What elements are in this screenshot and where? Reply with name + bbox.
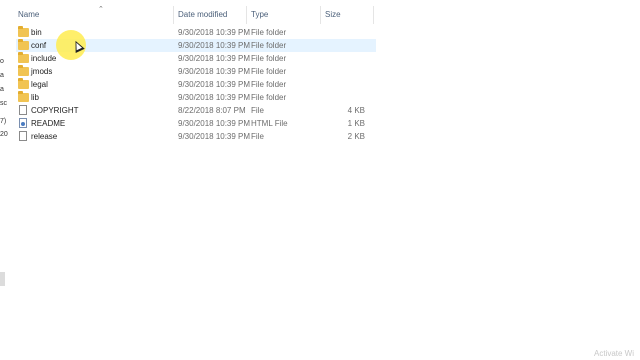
file-name: bin [31, 28, 42, 37]
file-name: lib [31, 93, 40, 102]
file-name: jmods [31, 67, 53, 76]
file-date: 9/30/2018 10:39 PM [178, 28, 251, 37]
folder-icon [18, 65, 29, 76]
file-date: 9/30/2018 10:39 PM [178, 119, 251, 128]
file-row-readme[interactable]: README 9/30/2018 10:39 PM HTML File 1 KB [16, 117, 376, 130]
file-date: 9/30/2018 10:39 PM [178, 80, 251, 89]
file-row-copyright[interactable]: COPYRIGHT 8/22/2018 8:07 PM File 4 KB [16, 104, 376, 117]
file-size [330, 26, 365, 39]
file-size [330, 78, 365, 91]
file-name: release [31, 132, 58, 141]
file-type: File folder [251, 93, 287, 102]
file-name: conf [31, 41, 47, 50]
file-name: README [31, 119, 66, 128]
file-date: 9/30/2018 10:39 PM [178, 41, 251, 50]
file-name: legal [31, 80, 48, 89]
file-date: 8/22/2018 8:07 PM [178, 106, 246, 115]
column-header-type[interactable]: Type [246, 6, 321, 24]
file-type: File [251, 106, 264, 115]
folder-icon [18, 39, 29, 50]
file-type: File folder [251, 41, 287, 50]
file-type: HTML File [251, 119, 288, 128]
file-name: COPYRIGHT [31, 106, 79, 115]
file-date: 9/30/2018 10:39 PM [178, 54, 251, 63]
column-header-label: Size [325, 10, 341, 19]
file-date: 9/30/2018 10:39 PM [178, 132, 251, 141]
folder-icon [18, 78, 29, 89]
file-date: 9/30/2018 10:39 PM [178, 93, 251, 102]
nav-fragment[interactable]: o [0, 58, 4, 65]
nav-fragment[interactable]: 7) [0, 118, 6, 125]
file-type: File folder [251, 67, 287, 76]
file-size [330, 52, 365, 65]
file-type: File folder [251, 28, 287, 37]
navigation-pane-edge[interactable]: o a a sc 7) 20 [0, 0, 8, 360]
file-size [330, 65, 365, 78]
column-header-name[interactable]: Name [18, 6, 173, 24]
column-header-size[interactable]: Size [320, 6, 374, 24]
file-date: 9/30/2018 10:39 PM [178, 67, 251, 76]
folder-icon [18, 91, 29, 102]
file-icon [19, 131, 27, 141]
file-size: 2 KB [347, 132, 365, 141]
file-size [330, 91, 365, 104]
activation-watermark: Activate Wi [593, 349, 634, 358]
file-size: 4 KB [347, 106, 365, 115]
nav-fragment[interactable]: sc [0, 100, 7, 107]
file-icon [19, 105, 27, 115]
file-row-release[interactable]: release 9/30/2018 10:39 PM File 2 KB [16, 130, 376, 143]
file-row-lib[interactable]: lib 9/30/2018 10:39 PM File folder [16, 91, 376, 104]
column-header-date-modified[interactable]: Date modified [173, 6, 251, 24]
nav-fragment[interactable]: a [0, 86, 4, 93]
nav-scrollbar-thumb[interactable] [0, 272, 5, 286]
column-header-label: Type [251, 10, 269, 19]
file-type: File folder [251, 54, 287, 63]
file-row-legal[interactable]: legal 9/30/2018 10:39 PM File folder [16, 78, 376, 91]
file-name: include [31, 54, 57, 63]
column-header-row: ⌃ Name Date modified Type Size [8, 6, 640, 24]
file-type: File [251, 132, 264, 141]
column-header-label: Date modified [178, 10, 228, 19]
folder-icon [18, 26, 29, 37]
column-header-label: Name [18, 10, 40, 19]
file-size: 1 KB [347, 119, 365, 128]
file-row-jmods[interactable]: jmods 9/30/2018 10:39 PM File folder [16, 65, 376, 78]
nav-fragment[interactable]: a [0, 72, 4, 79]
html-file-icon [19, 118, 27, 128]
folder-icon [18, 52, 29, 63]
file-size [330, 39, 365, 52]
file-type: File folder [251, 80, 287, 89]
nav-fragment[interactable]: 20 [0, 131, 8, 138]
